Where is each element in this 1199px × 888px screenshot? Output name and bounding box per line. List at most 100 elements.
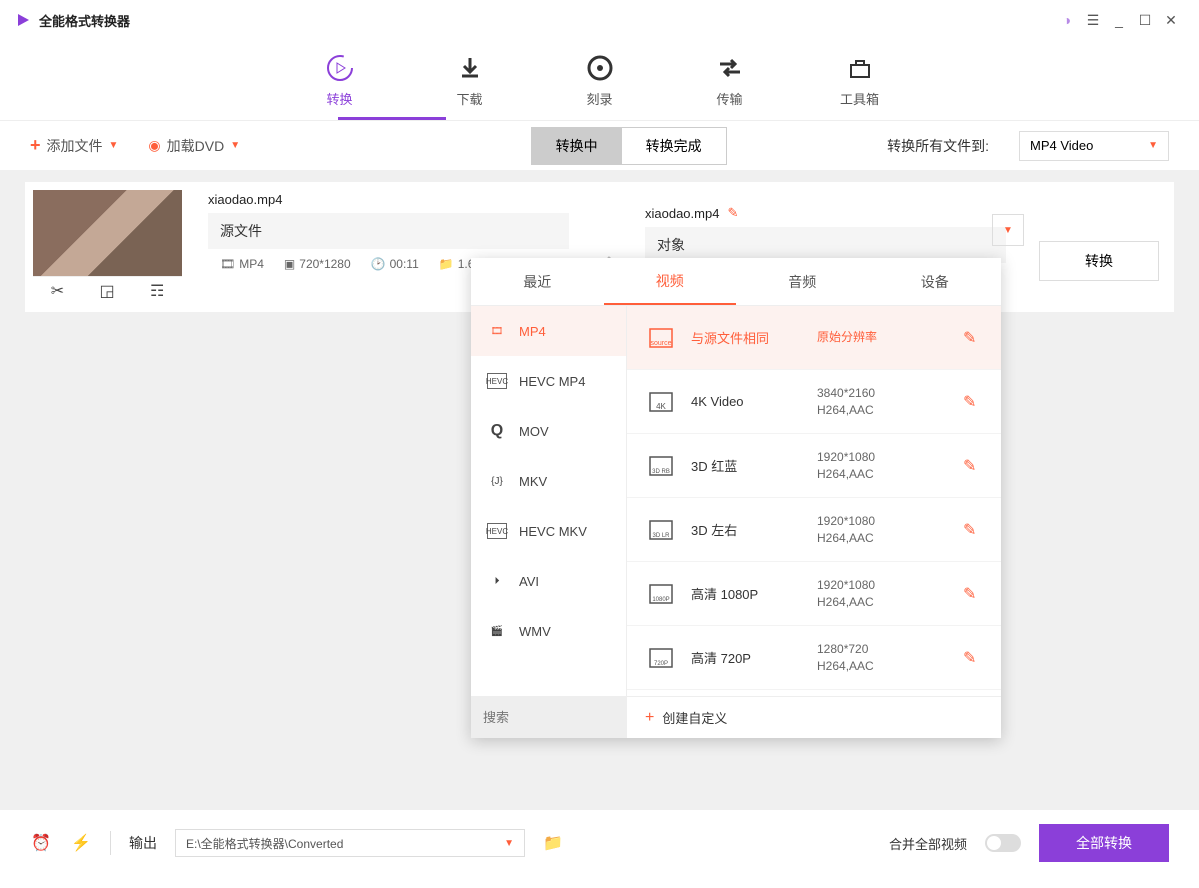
search-input[interactable] bbox=[471, 697, 627, 738]
preset-720p[interactable]: 720P 高清 720P 1280*720H264,AAC ✎ bbox=[627, 626, 1001, 690]
svg-text:1080P: 1080P bbox=[652, 597, 669, 603]
thumbnail-column: ✂ ◲ ☶ bbox=[25, 182, 190, 312]
format-list[interactable]: 🎞MP4 HEVCHEVC MP4 QMOV {J}MKV HEVCHEVC M… bbox=[471, 306, 627, 696]
tab-underline bbox=[338, 117, 446, 120]
preset-3d-lr[interactable]: 3D LR 3D 左右 1920*1080H264,AAC ✎ bbox=[627, 498, 1001, 562]
thumb-tools: ✂ ◲ ☶ bbox=[33, 276, 182, 304]
chevron-down-icon: ▼ bbox=[109, 140, 119, 151]
bottombar: ⏰ ⚡ 输出 E:\全能格式转换器\Converted ▼ 📁 合并全部视频 全… bbox=[0, 818, 1199, 868]
hevc-icon: HEVC bbox=[487, 373, 507, 389]
cut-icon[interactable]: ✂ bbox=[51, 281, 64, 301]
plus-icon: + bbox=[645, 709, 654, 727]
dropdown-tabs: 最近 视频 音频 设备 bbox=[471, 258, 1001, 306]
transfer-icon bbox=[715, 53, 745, 83]
hevc-icon: HEVC bbox=[487, 523, 507, 539]
src-duration: 🕑00:11 bbox=[371, 257, 419, 271]
edit-icon[interactable]: ✎ bbox=[963, 328, 981, 348]
disc-icon: ◉ bbox=[148, 137, 160, 154]
preset-3d-rb[interactable]: 3D RB 3D 红蓝 1920*1080H264,AAC ✎ bbox=[627, 434, 1001, 498]
seg-converting[interactable]: 转换中 bbox=[532, 128, 622, 164]
convert-icon bbox=[325, 53, 355, 83]
seg-done[interactable]: 转换完成 bbox=[622, 128, 726, 164]
add-file-button[interactable]: + 添加文件 ▼ bbox=[30, 135, 118, 156]
edit-icon[interactable]: ✎ bbox=[963, 648, 981, 668]
target-format-dropdown-button[interactable]: ▼ bbox=[992, 214, 1024, 246]
toolbox-icon bbox=[845, 53, 875, 83]
status-segment: 转换中 转换完成 bbox=[531, 127, 727, 165]
tab-toolbox[interactable]: 工具箱 bbox=[830, 53, 890, 108]
edit-icon[interactable]: ✎ bbox=[963, 392, 981, 412]
edit-icon[interactable]: ✎ bbox=[963, 456, 981, 476]
fmt-wmv[interactable]: 🎬WMV bbox=[471, 606, 626, 656]
fmt-mkv[interactable]: {J}MKV bbox=[471, 456, 626, 506]
folder-icon: 📁 bbox=[439, 257, 454, 271]
convert-button-column: 转换 bbox=[1024, 182, 1174, 312]
dd-tab-recent[interactable]: 最近 bbox=[471, 258, 604, 305]
preset-4k[interactable]: 4K 4K Video 3840*2160H264,AAC ✎ bbox=[627, 370, 1001, 434]
film-icon: 🎞 bbox=[487, 323, 507, 339]
convert-button[interactable]: 转换 bbox=[1039, 241, 1159, 281]
preset-list[interactable]: source 与源文件相同 原始分辨率 ✎ 4K 4K Video 3840*2… bbox=[627, 306, 1001, 696]
accelerate-icon[interactable]: ⚡ bbox=[70, 833, 92, 853]
preset-1080p[interactable]: 1080P 高清 1080P 1920*1080H264,AAC ✎ bbox=[627, 562, 1001, 626]
merge-toggle[interactable] bbox=[985, 834, 1021, 852]
edit-icon[interactable]: ✎ bbox=[963, 584, 981, 604]
720p-icon: 720P bbox=[647, 644, 675, 672]
svg-text:source: source bbox=[650, 340, 671, 347]
format-select[interactable]: MP4 Video ▼ bbox=[1019, 131, 1169, 161]
1080p-icon: 1080P bbox=[647, 580, 675, 608]
fmt-mp4[interactable]: 🎞MP4 bbox=[471, 306, 626, 356]
video-thumbnail[interactable] bbox=[33, 190, 182, 276]
load-dvd-button[interactable]: ◉ 加载DVD ▼ bbox=[148, 136, 240, 156]
main-tabs: 转换 下载 刻录 传输 工具箱 bbox=[0, 40, 1199, 120]
fmt-hevc-mkv[interactable]: HEVCHEVC MKV bbox=[471, 506, 626, 556]
tab-burn[interactable]: 刻录 bbox=[570, 53, 630, 108]
user-icon[interactable]: ◑ bbox=[1054, 12, 1080, 28]
source-icon: source bbox=[647, 324, 675, 352]
fmt-hevc-mp4[interactable]: HEVCHEVC MP4 bbox=[471, 356, 626, 406]
minimize-icon[interactable]: _ bbox=[1106, 12, 1132, 28]
fmt-mov[interactable]: QMOV bbox=[471, 406, 626, 456]
burn-icon bbox=[585, 53, 615, 83]
tab-download[interactable]: 下载 bbox=[440, 53, 500, 108]
crop-icon[interactable]: ◲ bbox=[99, 281, 114, 301]
convert-all-button[interactable]: 全部转换 bbox=[1039, 824, 1169, 862]
src-format: 🎞MP4 bbox=[220, 257, 264, 271]
settings-icon[interactable]: ☶ bbox=[150, 281, 164, 301]
3d-lr-icon: 3D LR bbox=[647, 516, 675, 544]
4k-icon: 4K bbox=[647, 388, 675, 416]
close-icon[interactable]: ✕ bbox=[1158, 12, 1184, 29]
divider bbox=[110, 831, 111, 855]
convert-all-label: 转换所有文件到: bbox=[887, 136, 989, 156]
tab-transfer[interactable]: 传输 bbox=[700, 53, 760, 108]
maximize-icon[interactable]: ☐ bbox=[1132, 12, 1158, 29]
schedule-icon[interactable]: ⏰ bbox=[30, 833, 52, 853]
tab-convert[interactable]: 转换 bbox=[310, 53, 370, 108]
source-header: 源文件 bbox=[208, 213, 569, 249]
film-icon: 🎞 bbox=[220, 257, 235, 271]
chevron-down-icon: ▼ bbox=[504, 838, 514, 849]
menu-icon[interactable]: ☰ bbox=[1080, 12, 1106, 29]
dd-tab-device[interactable]: 设备 bbox=[869, 258, 1002, 305]
plus-icon: + bbox=[30, 135, 41, 156]
edit-icon[interactable]: ✎ bbox=[963, 520, 981, 540]
clapper-icon: 🎬 bbox=[487, 623, 507, 639]
fmt-avi[interactable]: ⏵AVI bbox=[471, 556, 626, 606]
toolbar: + 添加文件 ▼ ◉ 加载DVD ▼ 转换中 转换完成 转换所有文件到: MP4… bbox=[0, 120, 1199, 170]
create-custom-button[interactable]: + 创建自定义 bbox=[627, 708, 745, 727]
target-filename: xiaodao.mp4 ✎ bbox=[645, 205, 1006, 221]
open-folder-icon[interactable]: 📁 bbox=[543, 833, 563, 853]
app-logo-icon bbox=[15, 12, 31, 28]
dd-tab-video[interactable]: 视频 bbox=[604, 258, 737, 305]
chevron-down-icon: ▼ bbox=[1148, 140, 1158, 151]
triangle-down-icon: ▼ bbox=[1003, 225, 1013, 236]
dd-tab-audio[interactable]: 音频 bbox=[736, 258, 869, 305]
edit-icon[interactable]: ✎ bbox=[727, 205, 738, 221]
3d-rb-icon: 3D RB bbox=[647, 452, 675, 480]
output-path-select[interactable]: E:\全能格式转换器\Converted ▼ bbox=[175, 829, 525, 857]
download-icon bbox=[455, 53, 485, 83]
source-filename: xiaodao.mp4 bbox=[208, 192, 569, 207]
preset-same-as-source[interactable]: source 与源文件相同 原始分辨率 ✎ bbox=[627, 306, 1001, 370]
format-dropdown: 最近 视频 音频 设备 🎞MP4 HEVCHEVC MP4 QMOV {J}MK… bbox=[471, 258, 1001, 738]
output-label: 输出 bbox=[129, 833, 157, 853]
